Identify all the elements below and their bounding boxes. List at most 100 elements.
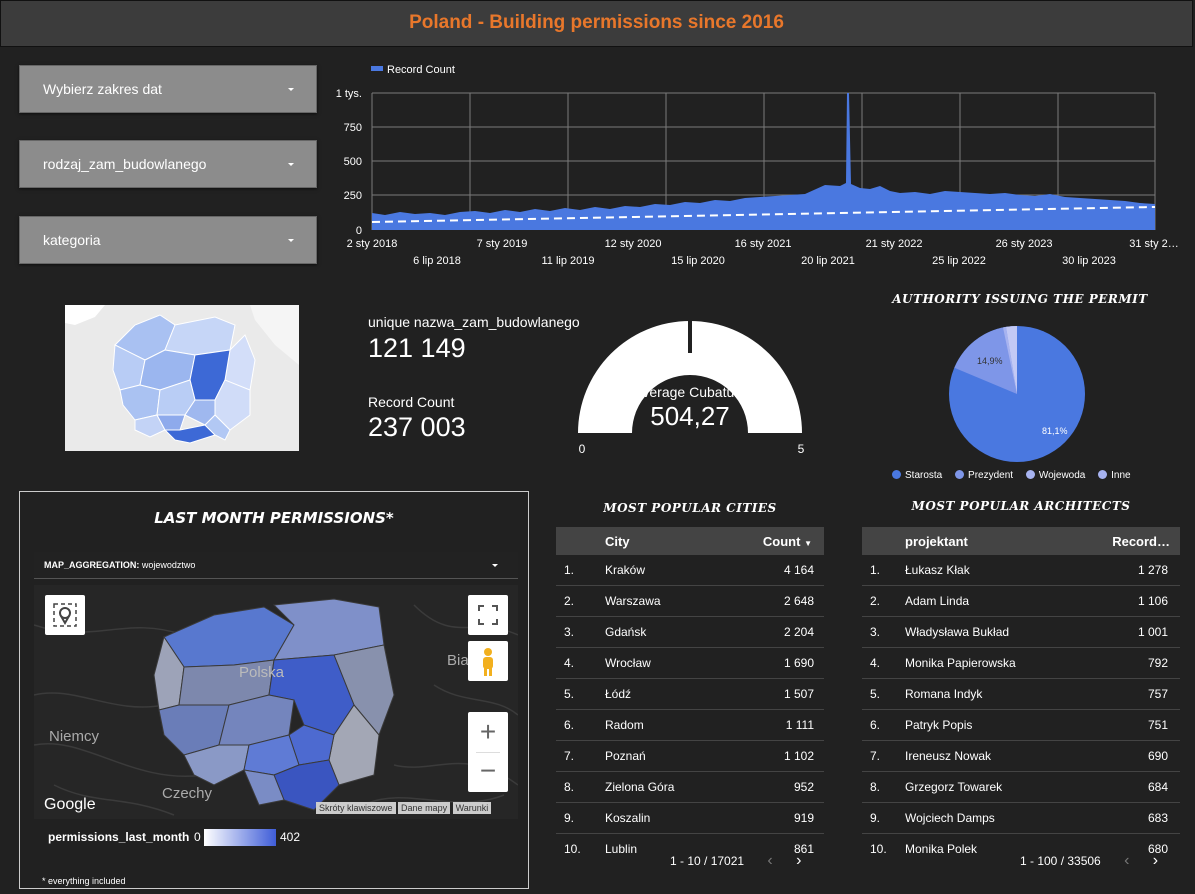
architects-pager: 1 - 100 / 33506 ‹ › [1020, 852, 1158, 870]
x-tick-label: 20 lip 2021 [801, 255, 855, 267]
permit-type-filter[interactable]: rodzaj_zam_budowlanego [19, 140, 317, 188]
y-tick-label: 250 [344, 190, 362, 202]
terms-link[interactable]: Warunki [452, 802, 492, 814]
map-data-link[interactable]: Dane mapy [398, 802, 451, 814]
page-title: Poland - Building permissions since 2016 [409, 12, 784, 33]
footnote: * everything included [42, 876, 126, 886]
pie-label-prezydent: 14,9% [977, 356, 1003, 366]
x-tick-label: 25 lip 2022 [932, 255, 986, 267]
next-page-button[interactable]: › [1153, 852, 1158, 870]
y-tick-label: 500 [344, 156, 362, 168]
x-axis-ticks: 2 sty 2018 7 sty 2019 12 sty 2020 16 sty… [347, 238, 1179, 267]
table-row[interactable]: 2. Adam Linda 1 106 [862, 585, 1180, 617]
last-month-map[interactable]: Polska Niemcy Czechy Bia Google [34, 585, 518, 819]
authority-pie-chart: 81,1% 14,9% [949, 326, 1085, 462]
x-tick-label: 16 sty 2021 [735, 238, 792, 250]
category-filter-label: kategoria [43, 232, 101, 248]
x-tick-label: 15 lip 2020 [671, 255, 725, 267]
map-aggregation-dropdown[interactable]: MAP_AGGREGATION: wojewodztwo [34, 552, 518, 579]
table-row[interactable]: 9. Wojciech Damps 683 [862, 802, 1180, 834]
table-row[interactable]: 6. Radom 1 111 [556, 709, 824, 741]
table-row[interactable]: 8. Grzegorz Towarek 684 [862, 771, 1180, 803]
architects-title: Most popular architects [911, 499, 1131, 513]
average-cubature-gauge: Average Cubature 504,27 0 5 [578, 321, 805, 456]
category-filter[interactable]: kategoria [19, 216, 317, 264]
legend-item: Wojewoda [1025, 470, 1085, 481]
cities-title: Most popular cities [603, 501, 777, 515]
gauge-max: 5 [798, 442, 805, 456]
map-label-niemcy: Niemcy [49, 728, 100, 745]
permit-type-filter-label: rodzaj_zam_budowlanego [43, 156, 207, 172]
street-view-button[interactable] [468, 641, 508, 681]
cities-table: City Count ▼ 1. Kraków 4 164 2. Warszawa 2 6… [556, 527, 824, 864]
x-tick-label: 26 sty 2023 [996, 238, 1053, 250]
date-range-filter[interactable]: Wybierz zakres dat [19, 65, 317, 113]
table-row[interactable]: 7. Ireneusz Nowak 690 [862, 740, 1180, 772]
chevron-down-icon [288, 163, 294, 166]
google-logo: Google [44, 796, 96, 813]
table-row[interactable]: 3. Władysława Bukład 1 001 [862, 616, 1180, 648]
table-row[interactable]: 5. Łódź 1 507 [556, 678, 824, 710]
legend-item: Starosta [892, 470, 942, 481]
aggregation-label: MAP_AGGREGATION: [44, 560, 140, 570]
table-row[interactable]: 3. Gdańsk 2 204 [556, 616, 824, 648]
pegman-icon [483, 648, 493, 676]
sort-desc-icon: ▼ [804, 538, 812, 548]
gauge-min: 0 [579, 442, 586, 456]
unique-permits-label: unique nazwa_zam_budowlanego [368, 314, 580, 330]
zoom-control: + − [468, 712, 508, 792]
chevron-down-icon [288, 88, 294, 91]
pie-label-starosta: 81,1% [1042, 426, 1068, 436]
map-legend-title: permissions_last_month [48, 830, 190, 844]
legend-item: Inne [1098, 470, 1131, 481]
chevron-down-icon [492, 564, 498, 567]
prev-page-button[interactable]: ‹ [767, 852, 772, 870]
keyboard-shortcuts-link[interactable]: Skróty klawiszowe [316, 802, 396, 814]
map-legend-max: 402 [280, 830, 301, 844]
y-tick-label: 1 tys. [336, 88, 362, 100]
table-row[interactable]: 1. Kraków 4 164 [556, 555, 824, 586]
cities-pager: 1 - 10 / 17021 ‹ › [670, 852, 801, 870]
next-page-button[interactable]: › [796, 852, 801, 870]
legend-label: Record Count [387, 64, 455, 76]
y-axis-ticks: 1 tys. 750 500 250 0 [336, 88, 362, 237]
y-tick-label: 0 [356, 225, 362, 237]
pie-legend: Starosta Prezydent Wojewoda Inne [892, 470, 1131, 481]
x-tick-label: 6 lip 2018 [413, 255, 461, 267]
map-label-bia: Bia [447, 652, 469, 669]
column-header-record-count[interactable]: Record… [1075, 527, 1180, 555]
table-row[interactable]: 4. Monika Papierowska 792 [862, 647, 1180, 679]
table-row[interactable]: 4. Wrocław 1 690 [556, 647, 824, 679]
map-legend-gradient [204, 829, 276, 846]
zoom-out-button[interactable]: − [468, 752, 508, 792]
my-location-button[interactable] [45, 595, 85, 635]
table-row[interactable]: 5. Romana Indyk 757 [862, 678, 1180, 710]
table-row[interactable]: 6. Patryk Popis 751 [862, 709, 1180, 741]
table-row[interactable]: 9. Koszalin 919 [556, 802, 824, 834]
title-bar: Poland - Building permissions since 2016 [0, 0, 1193, 47]
column-header-count[interactable]: Count ▼ [721, 527, 824, 555]
unique-permits-value: 121 149 [368, 333, 466, 363]
fullscreen-button[interactable] [468, 595, 508, 635]
x-tick-label: 12 sty 2020 [605, 238, 662, 250]
record-count-timeseries: Record Count 1 tys. 750 500 250 0 2 sty … [336, 64, 1179, 267]
map-attribution: Skróty klawiszowe Dane mapy Warunki [316, 802, 492, 814]
legend-swatch [371, 66, 383, 71]
date-range-filter-label: Wybierz zakres dat [43, 81, 162, 97]
zoom-in-button[interactable]: + [468, 712, 508, 752]
column-header-projektant[interactable]: projektant [904, 527, 1076, 555]
table-row[interactable]: 2. Warszawa 2 648 [556, 585, 824, 617]
table-row[interactable]: 1. Łukasz Kłak 1 278 [862, 555, 1180, 586]
table-row[interactable]: 8. Zielona Góra 952 [556, 771, 824, 803]
x-tick-label: 11 lip 2019 [541, 255, 594, 267]
aggregation-value: wojewodztwo [141, 560, 196, 570]
record-count-label: Record Count [368, 394, 455, 410]
table-row[interactable]: 7. Poznań 1 102 [556, 740, 824, 772]
x-tick-label: 31 sty 2… [1129, 238, 1179, 250]
map-legend-min: 0 [194, 830, 201, 844]
legend-item: Prezydent [955, 470, 1013, 481]
gauge-label: Average Cubature [633, 384, 747, 400]
column-header-city[interactable]: City [604, 527, 722, 555]
pager-range: 1 - 10 / 17021 [670, 854, 745, 868]
prev-page-button[interactable]: ‹ [1124, 852, 1129, 870]
